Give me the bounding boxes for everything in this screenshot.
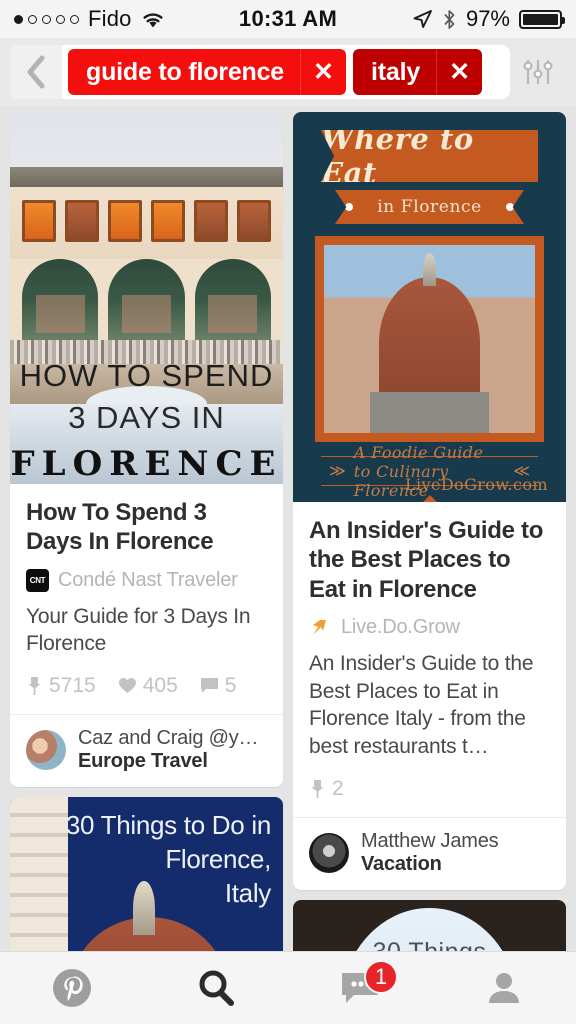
overlay-line-1: 30 Things to Do in — [65, 809, 271, 840]
repin-stat: 5715 — [26, 674, 96, 698]
chevron-left-icon — [27, 55, 45, 89]
search-chip-italy[interactable]: italy ✕ — [353, 49, 483, 95]
messages-badge: 1 — [364, 960, 398, 994]
bluetooth-icon — [444, 9, 455, 29]
pin-image[interactable]: 30 Things to Do in Florence This Is My H… — [293, 899, 566, 951]
pin-column-left: HOW TO SPEND 3 DAYS IN FLORENCE How To S… — [10, 112, 283, 951]
location-arrow-icon — [413, 9, 432, 28]
status-bar: Fido 10:31 AM 97% — [0, 0, 576, 38]
wifi-icon — [143, 12, 163, 27]
pin-card[interactable]: 30 Things to Do in Florence, Italy — [10, 796, 283, 951]
pin-icon — [28, 677, 41, 696]
cnt-favicon: CNT — [26, 568, 49, 592]
attribution-board: Europe Travel — [78, 749, 208, 772]
user-avatar[interactable] — [309, 832, 349, 873]
tab-bar: 1 — [0, 951, 576, 1024]
pin-column-right: Where to Eat in Florence ≫ A Foodie Guid… — [293, 112, 566, 951]
pin-image-subribbon: in Florence — [335, 190, 524, 224]
pin-source[interactable]: Live.Do.Grow — [309, 616, 550, 639]
status-bar-center: 10:31 AM — [239, 6, 337, 32]
pin-title: How To Spend 3 Days In Florence — [26, 499, 214, 556]
carrier-label: Fido — [88, 6, 132, 31]
clock-label: 10:31 AM — [238, 6, 338, 31]
subribbon-text: in Florence — [377, 197, 482, 217]
overlay-line-2: 3 DAYS IN — [68, 400, 225, 435]
pin-body: How To Spend 3 Days In Florence CNT Cond… — [10, 484, 283, 714]
search-chip-guide-to-florence[interactable]: guide to florence ✕ — [68, 49, 347, 95]
ribbon-text: Where to Eat — [321, 122, 474, 190]
heart-icon — [118, 678, 136, 694]
comment-stat: 5 — [200, 673, 237, 698]
pin-source[interactable]: CNT Condé Nast Traveler — [26, 568, 267, 592]
signal-strength-icon — [14, 14, 79, 24]
pin-description: An Insider's Guide to the Best Places to… — [309, 651, 534, 758]
pin-stats: 2 — [309, 777, 550, 801]
attribution-user: Caz and Craig @yTravelB… — [78, 726, 267, 749]
repin-count: 2 — [332, 776, 344, 800]
overlay-line-2: Florence, — [165, 843, 271, 874]
overlay-line-3: FLORENCE — [10, 444, 283, 484]
pin-card[interactable]: Where to Eat in Florence ≫ A Foodie Guid… — [293, 112, 566, 890]
butterfly-favicon — [309, 616, 332, 639]
battery-percent-label: 97% — [465, 6, 510, 31]
status-bar-left: Fido — [14, 6, 239, 32]
search-input[interactable]: guide to florence ✕ italy ✕ — [10, 45, 510, 99]
pin-image[interactable]: HOW TO SPEND 3 DAYS IN FLORENCE — [10, 112, 283, 484]
comment-count: 5 — [224, 673, 237, 697]
pin-source-label: Condé Nast Traveler — [58, 568, 238, 591]
chip-label: guide to florence — [86, 57, 285, 86]
person-icon — [489, 973, 519, 1003]
pin-image-overlay-text: 30 Things to Do in Florence — [293, 934, 566, 951]
pinterest-logo-icon — [53, 969, 91, 1007]
repin-stat: 2 — [309, 777, 344, 801]
status-bar-right: 97% — [337, 6, 565, 32]
duomo-photo — [315, 236, 544, 442]
pin-card[interactable]: HOW TO SPEND 3 DAYS IN FLORENCE How To S… — [10, 112, 283, 787]
pin-image[interactable]: 30 Things to Do in Florence, Italy — [10, 796, 283, 951]
pin-title: An Insider's Guide to the Best Places to… — [309, 517, 544, 603]
chip-remove-button[interactable]: ✕ — [300, 49, 346, 95]
chip-label: italy — [371, 57, 421, 86]
attribution-board: Vacation — [361, 852, 442, 875]
pin-image-overlay-text: HOW TO SPEND 3 DAYS IN FLORENCE — [10, 358, 283, 484]
like-stat: 405 — [118, 674, 178, 698]
filter-sliders-icon — [523, 60, 553, 84]
like-count: 405 — [142, 673, 178, 697]
pin-attribution[interactable]: Caz and Craig @yTravelB… Europe Travel — [10, 713, 283, 787]
pin-attribution-text: Matthew James Vacation — [361, 830, 498, 876]
search-icon — [199, 970, 234, 1006]
battery-icon — [519, 9, 565, 29]
tab-profile[interactable] — [432, 952, 576, 1024]
pin-image-ribbon: Where to Eat — [321, 130, 538, 182]
filter-button[interactable] — [510, 45, 566, 99]
pin-image[interactable]: Where to Eat in Florence ≫ A Foodie Guid… — [293, 112, 566, 502]
pin-description: Your Guide for 3 Days In Florence — [26, 604, 251, 656]
tab-home[interactable] — [0, 952, 144, 1024]
attribution-user: Matthew James — [361, 829, 499, 852]
pin-icon — [311, 780, 324, 799]
tab-messages[interactable]: 1 — [288, 952, 432, 1024]
repin-count: 5715 — [49, 673, 96, 697]
tab-search[interactable] — [144, 952, 288, 1024]
search-bar: guide to florence ✕ italy ✕ — [0, 38, 576, 106]
overlay-line-3: Italy — [224, 877, 271, 908]
comment-icon — [200, 678, 218, 694]
pin-attribution[interactable]: Matthew James Vacation — [293, 816, 566, 890]
pin-card[interactable]: 30 Things to Do in Florence This Is My H… — [293, 899, 566, 951]
pin-attribution-text: Caz and Craig @yTravelB… Europe Travel — [78, 727, 267, 773]
user-avatar[interactable] — [26, 729, 66, 770]
pin-source-label: Live.Do.Grow — [341, 615, 460, 638]
pin-stats: 5715 405 5 — [26, 674, 267, 698]
chip-remove-button[interactable]: ✕ — [436, 49, 482, 95]
pin-body: An Insider's Guide to the Best Places to… — [293, 502, 566, 817]
overlay-line-1: HOW TO SPEND — [19, 358, 274, 393]
pinterest-app-screen: Fido 10:31 AM 97% guide to florence ✕ it… — [0, 0, 576, 1024]
pin-grid[interactable]: HOW TO SPEND 3 DAYS IN FLORENCE How To S… — [0, 106, 576, 951]
search-chips: guide to florence ✕ italy ✕ — [62, 49, 483, 95]
pin-image-watermark: LiveDoGrow.com — [404, 475, 548, 494]
pin-image-overlay-text: 30 Things to Do in Florence, Italy — [66, 809, 271, 910]
overlay-line-1: 30 Things — [293, 934, 566, 951]
back-button[interactable] — [10, 45, 62, 99]
